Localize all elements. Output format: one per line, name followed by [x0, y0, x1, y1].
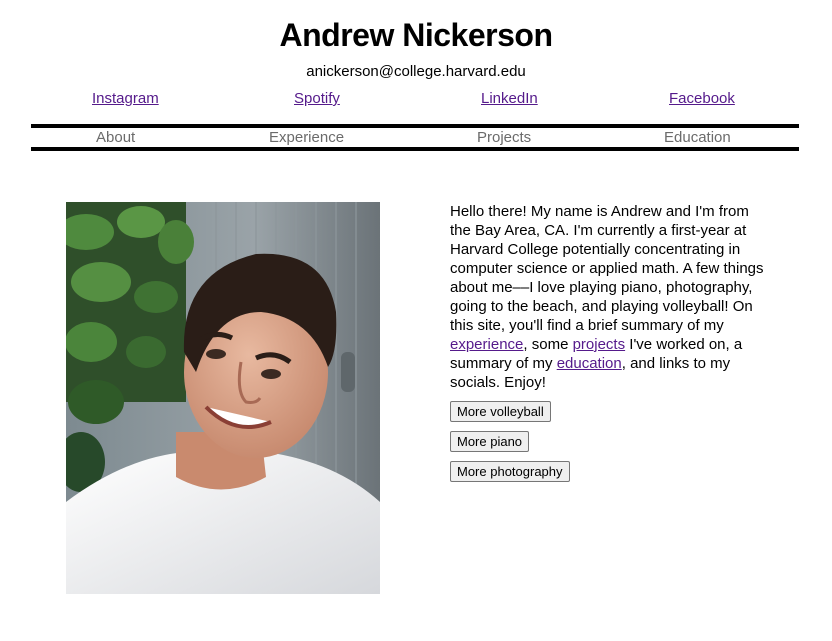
page: Andrew Nickerson anickerson@college.harv…: [0, 0, 832, 641]
email-address: anickerson@college.harvard.edu: [306, 63, 526, 80]
page-title: Andrew Nickerson: [279, 17, 553, 53]
nav-bottom-rule: [31, 147, 799, 151]
linkedin-link[interactable]: LinkedIn: [481, 89, 538, 109]
bio-paragraph: Hello there! My name is Andrew and I'm f…: [450, 202, 768, 392]
facebook-link[interactable]: Facebook: [669, 89, 735, 109]
nav-experience[interactable]: Experience: [269, 128, 344, 148]
bio-text-1: Hello there! My name is Andrew and I'm f…: [450, 203, 764, 334]
instagram-link[interactable]: Instagram: [92, 89, 159, 109]
more-photography-button[interactable]: More photography: [450, 461, 570, 482]
experience-link[interactable]: experience: [450, 336, 523, 353]
projects-link[interactable]: projects: [573, 336, 626, 353]
profile-photo: [66, 202, 380, 594]
nav-education[interactable]: Education: [664, 128, 731, 148]
nav-projects[interactable]: Projects: [477, 128, 531, 148]
bio-text-2: , some: [523, 336, 573, 353]
more-piano-button[interactable]: More piano: [450, 431, 530, 452]
education-link[interactable]: education: [557, 355, 622, 372]
spotify-link[interactable]: Spotify: [294, 89, 340, 109]
more-volleyball-button[interactable]: More volleyball: [450, 401, 551, 422]
nav-about[interactable]: About: [96, 128, 135, 148]
